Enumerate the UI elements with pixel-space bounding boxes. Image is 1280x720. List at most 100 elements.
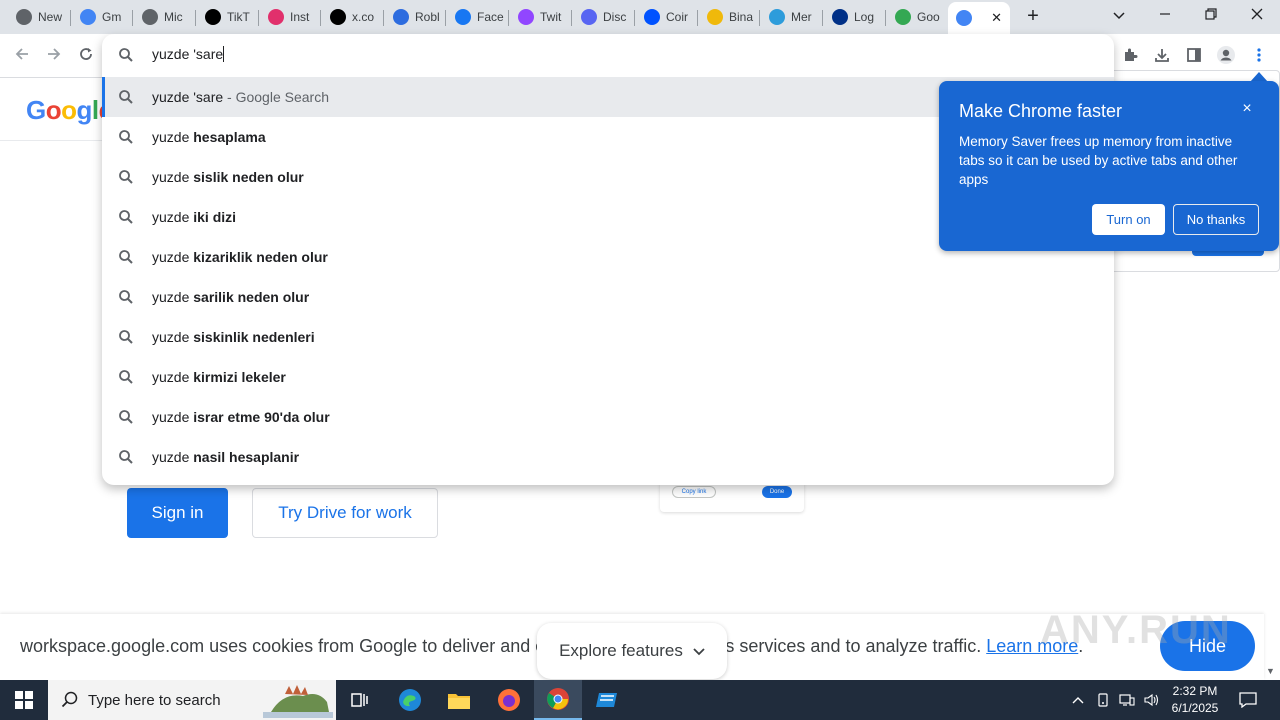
tab-new[interactable]: New: [8, 4, 68, 30]
no-thanks-button[interactable]: No thanks: [1173, 204, 1259, 235]
tab-coir[interactable]: Coir: [636, 4, 696, 30]
suggestion-text: yuzde nasil hesaplanir: [152, 449, 299, 465]
tab-label: Log: [854, 10, 875, 24]
omnibox-input-row[interactable]: yuzde 'sare: [102, 34, 1114, 76]
suggestion-text: yuzde kirmizi lekeler: [152, 369, 286, 385]
clock-date: 6/1/2025: [1171, 701, 1219, 715]
search-icon: [118, 47, 134, 68]
tab-log[interactable]: Log: [824, 4, 884, 30]
tab-robl[interactable]: Robl: [385, 4, 445, 30]
tab-search-chevron-icon[interactable]: [1104, 4, 1134, 28]
tab-tikt[interactable]: TikT: [197, 4, 257, 30]
tab-label: Coir: [666, 10, 689, 24]
restore-button[interactable]: [1196, 4, 1226, 28]
omnibox-suggestion[interactable]: yuzde siskinlik nedenleri: [102, 317, 1114, 357]
notepad-app-icon[interactable]: [583, 680, 631, 720]
tab-mic[interactable]: Mic: [134, 4, 194, 30]
network-icon[interactable]: [1116, 680, 1138, 720]
forward-arrow-icon[interactable]: [42, 45, 66, 69]
suggestion-text: yuzde 'sare - Google Search: [152, 89, 329, 105]
tab-separator: [195, 10, 196, 26]
close-tab-icon[interactable]: ✕: [991, 10, 1002, 26]
edge-icon[interactable]: [386, 680, 434, 720]
clock-time: 2:32 PM: [1172, 684, 1218, 698]
tab-inst[interactable]: Inst: [260, 4, 320, 30]
suggestion-text: yuzde sarilik neden olur: [152, 289, 309, 305]
memory-saver-bubble: Make Chrome faster × Memory Saver frees …: [939, 81, 1279, 251]
extensions-puzzle-icon[interactable]: [1119, 44, 1141, 66]
taskbar-clock[interactable]: 2:32 PM 6/1/2025: [1160, 683, 1230, 717]
back-arrow-icon[interactable]: [10, 45, 34, 69]
tab-twit[interactable]: Twit: [510, 4, 570, 30]
tab-label: Robl: [415, 10, 440, 24]
tab-separator: [70, 10, 71, 26]
tab-goo[interactable]: Goo: [887, 4, 947, 30]
address-bar-input[interactable]: yuzde 'sare: [152, 46, 225, 62]
tab-disc[interactable]: Disc: [573, 4, 633, 30]
turn-on-button[interactable]: Turn on: [1092, 204, 1165, 235]
suggestion-text: yuzde israr etme 90'da olur: [152, 409, 330, 425]
suggestion-text: yuzde kizariklik neden olur: [152, 249, 328, 265]
suggestion-completion: siskinlik nedenleri: [193, 329, 315, 345]
tab-separator: [320, 10, 321, 26]
omnibox-suggestion[interactable]: yuzde israr etme 90'da olur: [102, 397, 1114, 437]
suggestion-prefix: yuzde: [152, 129, 194, 145]
explore-features-button[interactable]: Explore features: [537, 623, 727, 679]
suggestion-completion: sislik neden olur: [193, 169, 304, 185]
file-explorer-icon[interactable]: [435, 680, 483, 720]
tray-chevron-up-icon[interactable]: [1068, 680, 1088, 720]
tab-x-co[interactable]: x.co: [322, 4, 382, 30]
taskbar-search-icon: [61, 691, 79, 714]
new-tab-button[interactable]: +: [1022, 6, 1044, 28]
tab-label: Goo: [917, 10, 940, 24]
side-panel-icon[interactable]: [1183, 44, 1205, 66]
binance-icon: [707, 9, 723, 25]
tab-label: Inst: [290, 10, 310, 24]
paypal-icon: [832, 9, 848, 25]
search-icon: [118, 249, 134, 265]
google-logo[interactable]: Google: [26, 95, 113, 126]
tab-face[interactable]: Face: [447, 4, 507, 30]
firefox-icon[interactable]: [485, 680, 533, 720]
omnibox-suggestion[interactable]: yuzde sarilik neden olur: [102, 277, 1114, 317]
suggestion-text: yuzde iki dizi: [152, 209, 236, 225]
omnibox-suggestion[interactable]: yuzde nasil hesaplanir: [102, 437, 1114, 477]
tab-gm[interactable]: Gm: [72, 4, 132, 30]
roblox-icon: [393, 9, 409, 25]
suggestion-completion: hesaplama: [193, 129, 266, 145]
volume-icon[interactable]: [1140, 680, 1162, 720]
facebook-icon: [455, 9, 471, 25]
search-icon: [118, 449, 134, 465]
google-icon: [80, 9, 96, 25]
try-drive-button[interactable]: Try Drive for work: [252, 488, 438, 538]
download-icon[interactable]: [1151, 44, 1173, 66]
mercado-icon: [769, 9, 785, 25]
close-window-button[interactable]: [1242, 4, 1272, 28]
taskbar-search-placeholder: Type here to search: [88, 692, 221, 709]
tab-active[interactable]: ✕: [948, 2, 1010, 34]
omnibox-suggestion[interactable]: yuzde kirmizi lekeler: [102, 357, 1114, 397]
globe-icon: [142, 9, 158, 25]
task-view-icon[interactable]: [336, 680, 384, 720]
taskbar-search-box[interactable]: Type here to search: [48, 680, 336, 720]
profile-avatar-icon[interactable]: [1215, 44, 1237, 66]
close-icon[interactable]: ×: [1237, 99, 1257, 119]
device-icon[interactable]: [1092, 680, 1114, 720]
google-photos-icon: [895, 9, 911, 25]
tab-separator: [508, 10, 509, 26]
windows-start-icon[interactable]: [0, 680, 48, 720]
tab-mer[interactable]: Mer: [761, 4, 821, 30]
chrome-taskbar-icon[interactable]: [534, 680, 582, 720]
chrome-icon: [16, 9, 32, 25]
scroll-down-arrow-icon[interactable]: ▼: [1266, 666, 1275, 676]
anyrun-watermark: ANY.RUN: [1040, 608, 1232, 652]
tab-label: Twit: [540, 10, 562, 24]
sign-in-button[interactable]: Sign in: [127, 488, 228, 538]
tab-label: Mer: [791, 10, 812, 24]
tab-bina[interactable]: Bina: [699, 4, 759, 30]
notifications-icon[interactable]: [1234, 680, 1262, 720]
reload-icon[interactable]: [74, 45, 98, 69]
tab-separator: [885, 10, 886, 26]
minimize-button[interactable]: [1150, 4, 1180, 28]
menu-kebab-icon[interactable]: [1248, 44, 1270, 66]
